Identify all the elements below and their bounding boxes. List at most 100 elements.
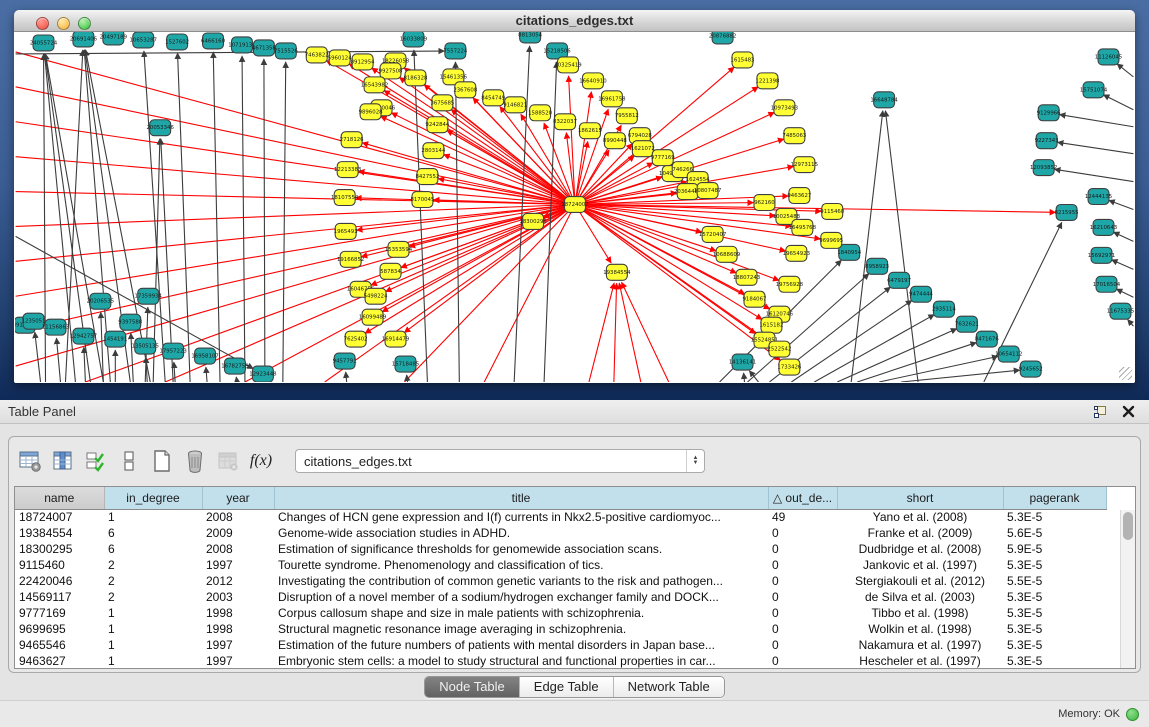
graph-node[interactable]: 9699695 <box>819 232 843 248</box>
graph-node[interactable]: 10973493 <box>771 100 798 116</box>
graph-node[interactable]: 13505135 <box>132 338 159 354</box>
citation-edge-black[interactable] <box>1116 289 1133 297</box>
graph-node[interactable]: 1733426 <box>777 359 802 375</box>
citation-edge-red[interactable] <box>589 283 614 382</box>
table-vertical-scrollbar[interactable] <box>1120 510 1135 668</box>
citation-edge-black[interactable] <box>414 50 428 382</box>
graph-node[interactable]: 18807243 <box>733 269 760 285</box>
citation-edge-red[interactable] <box>575 205 770 310</box>
graph-node[interactable]: 16782759 <box>221 358 249 374</box>
citation-edge-red[interactable] <box>16 205 575 367</box>
table-row[interactable]: 2242004622012Investigating the contribut… <box>15 573 1106 589</box>
citation-edge-black[interactable] <box>264 59 265 382</box>
citation-edge-black[interactable] <box>984 222 1062 382</box>
graph-node[interactable]: 19756928 <box>776 276 804 292</box>
network-window-titlebar[interactable]: citations_edges.txt <box>14 10 1135 32</box>
graph-node[interactable]: 15718485 <box>392 356 419 372</box>
graph-node[interactable]: 1615483 <box>731 52 755 68</box>
graph-node[interactable]: 12942757 <box>70 328 97 344</box>
graph-node[interactable]: 16914479 <box>382 331 410 347</box>
graph-node[interactable]: 9457791 <box>333 353 357 369</box>
graph-node[interactable]: 2522542 <box>767 341 791 357</box>
citation-edge-black[interactable] <box>213 52 220 382</box>
citation-edge-black[interactable] <box>885 111 918 382</box>
graph-node[interactable]: 24055724 <box>30 35 58 51</box>
citation-edge-black[interactable] <box>16 51 445 54</box>
graph-node[interactable]: 9463627 <box>787 188 811 204</box>
graph-node[interactable]: 7463822 <box>305 47 329 63</box>
column-header-year[interactable]: year <box>202 487 274 509</box>
table-row[interactable]: 969969511998Structural magnetic resonanc… <box>15 621 1106 637</box>
graph-node[interactable]: 3675685 <box>430 95 454 111</box>
column-settings-button[interactable] <box>17 448 43 474</box>
graph-node[interactable]: 8454749 <box>481 90 506 106</box>
graph-node[interactable]: 2803144 <box>421 143 446 159</box>
graph-node[interactable]: 9184067 <box>743 291 767 307</box>
graph-node[interactable]: 20876882 <box>709 32 736 44</box>
graph-node[interactable]: 17016504 <box>1093 276 1121 292</box>
citation-edge-black[interactable] <box>744 373 745 382</box>
citation-edge-red[interactable] <box>484 205 575 382</box>
graph-node[interactable]: 7632621 <box>955 316 979 332</box>
graph-node[interactable]: 20053346 <box>147 120 175 136</box>
graph-node[interactable]: 1454191 <box>103 331 127 347</box>
minimize-button[interactable] <box>57 17 70 30</box>
graph-node[interactable]: 8990448 <box>603 133 628 149</box>
delete-table-button[interactable] <box>215 448 241 474</box>
network-window[interactable]: citations_edges.txt 18724007183002951938… <box>14 10 1135 383</box>
graph-node[interactable]: 10325419 <box>554 57 582 73</box>
graph-node[interactable]: 16033809 <box>400 32 428 47</box>
graph-node[interactable]: 19654923 <box>783 245 810 261</box>
graph-node[interactable]: 10653287 <box>130 32 157 48</box>
graph-node[interactable]: 2935114 <box>932 301 957 317</box>
graph-node[interactable]: 4671358 <box>252 40 277 56</box>
graph-node[interactable]: 9474444 <box>909 286 934 302</box>
citation-edge-black[interactable] <box>1113 232 1133 241</box>
graph-node[interactable]: 1527602 <box>165 34 189 50</box>
citation-edge-red[interactable] <box>622 282 669 382</box>
tab-edge-table[interactable]: Edge Table <box>520 677 614 697</box>
column-header-in_degree[interactable]: in_degree <box>104 487 202 509</box>
graph-node[interactable]: 7515526 <box>274 43 299 59</box>
graph-node[interactable]: 14136141 <box>729 354 756 370</box>
graph-node[interactable]: 9927508 <box>379 63 404 79</box>
graph-node[interactable]: 16958107 <box>191 348 218 364</box>
citation-edge-black[interactable] <box>35 332 41 382</box>
close-button[interactable] <box>36 17 49 30</box>
graph-node[interactable]: 16495768 <box>789 219 817 235</box>
citation-edge-black[interactable] <box>901 370 1020 382</box>
graph-node[interactable]: 9397588 <box>118 314 143 330</box>
graph-node[interactable]: 7955812 <box>615 108 639 124</box>
citation-edge-black[interactable] <box>146 357 147 382</box>
graph-node[interactable]: 20497189 <box>100 32 128 45</box>
citation-edge-black[interactable] <box>206 367 207 382</box>
graph-node[interactable]: 10807487 <box>694 183 721 199</box>
graph-node[interactable]: 20206535 <box>87 293 114 309</box>
table-row[interactable]: 1830029562008Estimation of significance … <box>15 541 1106 557</box>
graph-node[interactable]: 16210643 <box>1090 219 1117 235</box>
citation-edge-black[interactable] <box>242 56 245 382</box>
graph-node[interactable]: 19166852 <box>337 251 364 267</box>
graph-node[interactable]: 11126045 <box>1095 49 1122 65</box>
citation-edge-red[interactable] <box>575 92 591 205</box>
resize-grip[interactable] <box>1119 367 1132 380</box>
graph-node[interactable]: 2718126 <box>340 132 365 148</box>
citation-edge-black[interactable] <box>131 333 133 382</box>
close-panel-button[interactable] <box>1122 405 1135 418</box>
graph-node[interactable]: 12213383 <box>334 162 361 178</box>
create-column-button[interactable] <box>149 448 175 474</box>
citation-edge-black[interactable] <box>749 371 758 382</box>
graph-node[interactable]: 1588520 <box>528 105 553 121</box>
column-header-out_de[interactable]: △ out_de... <box>768 487 837 509</box>
citation-edge-red[interactable] <box>447 130 575 204</box>
graph-node[interactable]: 8170045 <box>410 192 434 208</box>
citation-edge-black[interactable] <box>56 338 60 382</box>
graph-node[interactable]: 2367608 <box>453 82 478 98</box>
graph-node[interactable]: 15353594 <box>385 241 413 257</box>
graph-node[interactable]: 6466160 <box>201 33 226 49</box>
graph-node[interactable]: 16961758 <box>598 91 626 107</box>
deselect-all-button[interactable] <box>116 448 142 474</box>
graph-node[interactable]: 587834 <box>380 263 401 279</box>
graph-node[interactable]: 6479197 <box>887 272 911 288</box>
citation-edge-red[interactable] <box>575 205 611 263</box>
